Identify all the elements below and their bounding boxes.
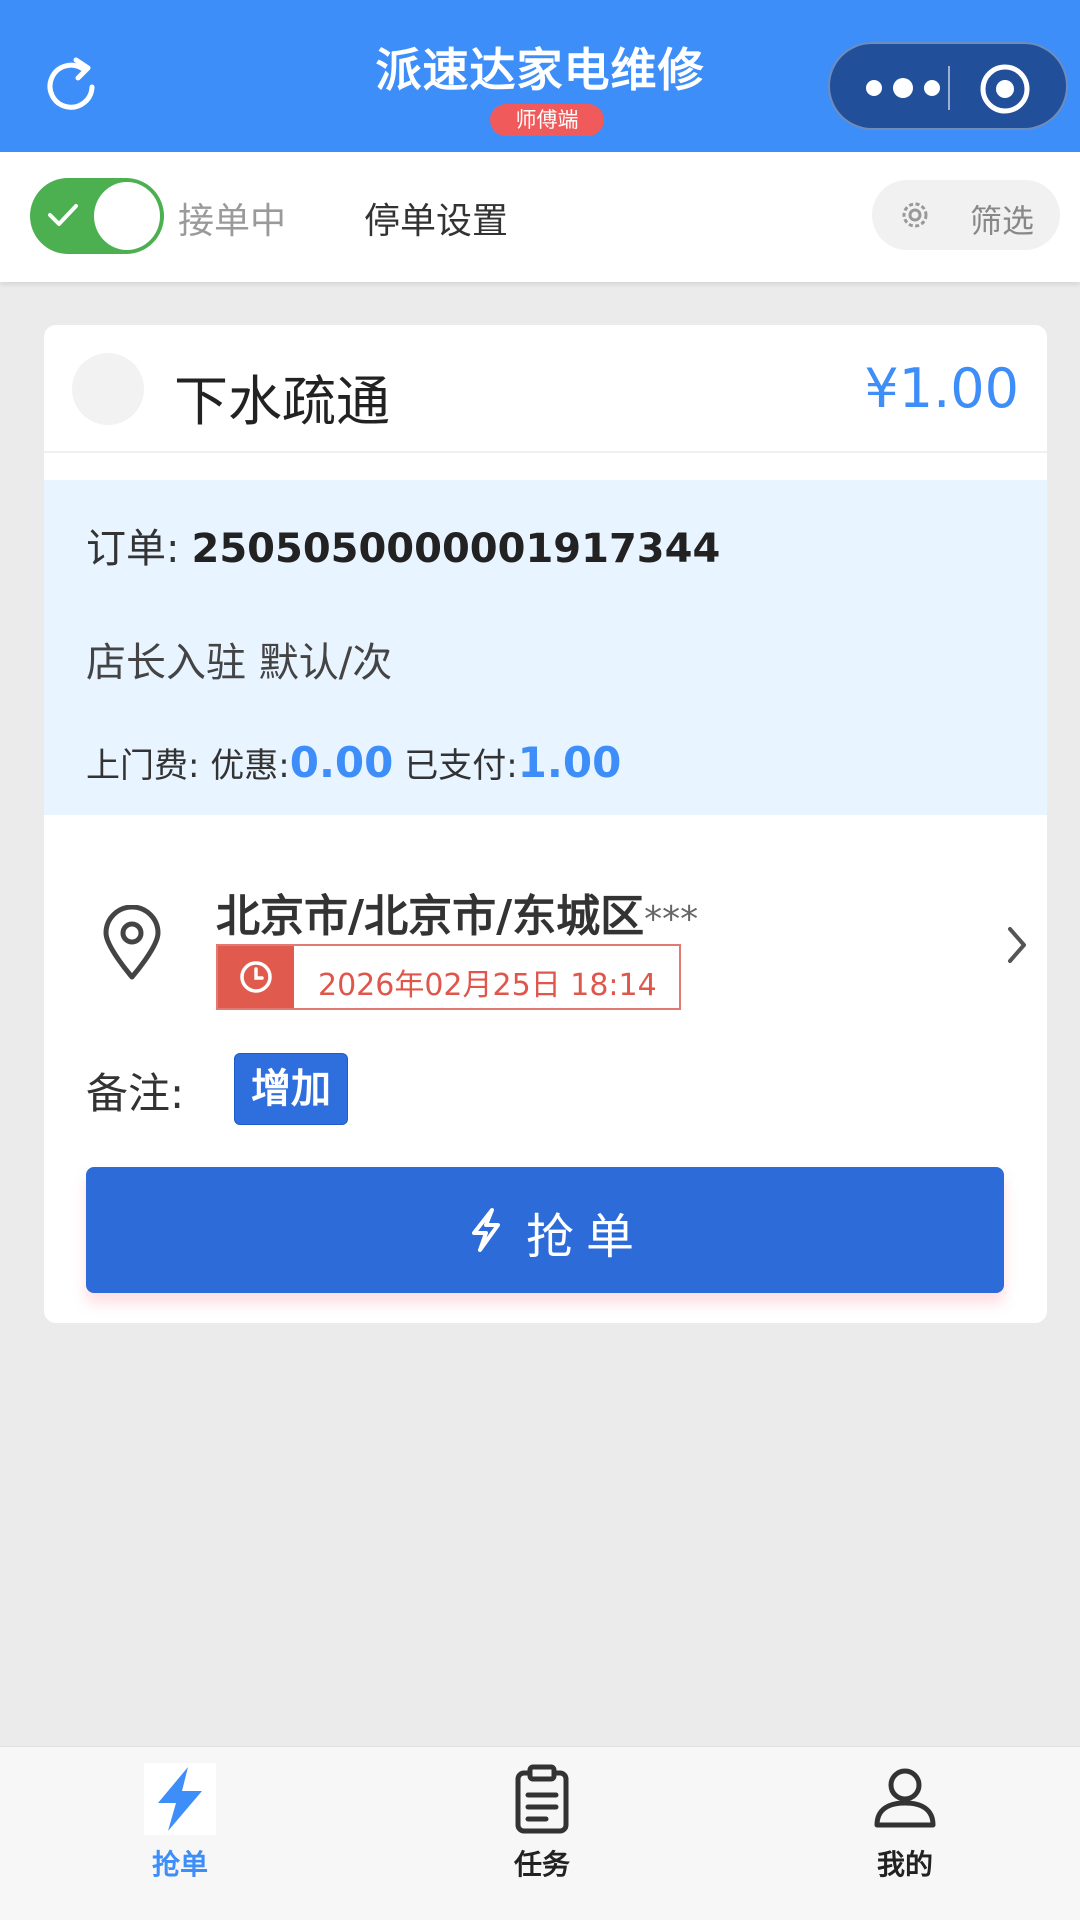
- page: 派速达家电维修 师傅端 接单中 停单设置 筛选 下水疏通 ¥1.00 订单: 2…: [0, 0, 1080, 1920]
- accept-status-label: 接单中: [178, 201, 287, 242]
- grab-order-button[interactable]: 抢单: [86, 1167, 1004, 1293]
- chevron-right-icon[interactable]: [1002, 921, 1032, 969]
- grab-order-label: 抢单: [526, 1209, 647, 1265]
- discount-label: 优惠:: [210, 746, 290, 786]
- address-text: 北京市/北京市/东城区: [216, 891, 645, 942]
- toggle-knob: [94, 182, 160, 250]
- remark-label: 备注:: [86, 1069, 185, 1118]
- user-icon: [874, 1768, 936, 1828]
- order-label: 订单:: [86, 526, 180, 572]
- tab-label: 我的: [876, 1848, 933, 1881]
- paid-label: 已支付:: [404, 746, 518, 786]
- tab-profile[interactable]: 我的: [805, 1747, 1005, 1920]
- order-info-panel: 订单: 2505050000001917344 店长入驻 默认/次 上门费: 优惠…: [44, 480, 1047, 815]
- card-header: 下水疏通 ¥1.00: [44, 325, 1047, 453]
- bottom-tab-bar: 抢单 任务 我的: [0, 1746, 1080, 1920]
- appointment-time-text: 2026年02月25日 18:14: [318, 968, 657, 1003]
- fee-line: 上门费: 优惠:0.00 已支付:1.00: [86, 738, 621, 787]
- accept-order-toggle[interactable]: [30, 178, 164, 254]
- service-title: 下水疏通: [174, 370, 390, 433]
- order-price: ¥1.00: [864, 357, 1019, 420]
- lightning-icon: [472, 1208, 500, 1252]
- mini-program-capsule: [828, 42, 1068, 130]
- location-pin-icon: [103, 905, 161, 980]
- role-badge: 师傅端: [490, 104, 604, 136]
- stop-order-settings-link[interactable]: 停单设置: [364, 192, 508, 244]
- service-address[interactable]: 北京市/北京市/东城区***: [216, 880, 698, 944]
- clipboard-icon: [515, 1764, 569, 1834]
- more-dots-icon[interactable]: [858, 74, 948, 102]
- tab-label: 抢单: [151, 1848, 208, 1881]
- appointment-time: 2026年02月25日 18:14: [216, 944, 681, 1010]
- address-mask: ***: [644, 899, 699, 940]
- service-avatar: [72, 353, 144, 425]
- gear-icon: [902, 202, 928, 228]
- shop-info: 店长入驻 默认/次: [86, 640, 393, 686]
- paid-value: 1.00: [517, 738, 622, 787]
- discount-value: 0.00: [289, 738, 394, 787]
- filter-button[interactable]: 筛选: [872, 180, 1060, 250]
- close-target-icon[interactable]: [978, 62, 1032, 116]
- check-icon: [48, 204, 78, 226]
- add-remark-button[interactable]: 增加: [234, 1053, 348, 1125]
- lightning-icon: [144, 1763, 216, 1835]
- order-card: 下水疏通 ¥1.00 订单: 2505050000001917344 店长入驻 默…: [44, 325, 1047, 1323]
- order-number: 2505050000001917344: [191, 526, 721, 572]
- tab-label: 任务: [513, 1848, 570, 1881]
- tab-tasks[interactable]: 任务: [442, 1747, 642, 1920]
- app-header: 派速达家电维修 师傅端: [0, 0, 1080, 152]
- clock-icon: [240, 961, 272, 993]
- tab-grab-orders[interactable]: 抢单: [80, 1747, 280, 1920]
- order-toolbar: 接单中 停单设置 筛选: [0, 152, 1080, 282]
- order-number-line: 订单: 2505050000001917344: [86, 516, 720, 574]
- filter-label: 筛选: [970, 202, 1035, 240]
- capsule-divider: [948, 66, 950, 110]
- fee-label: 上门费:: [86, 746, 200, 786]
- clock-badge: [218, 946, 294, 1008]
